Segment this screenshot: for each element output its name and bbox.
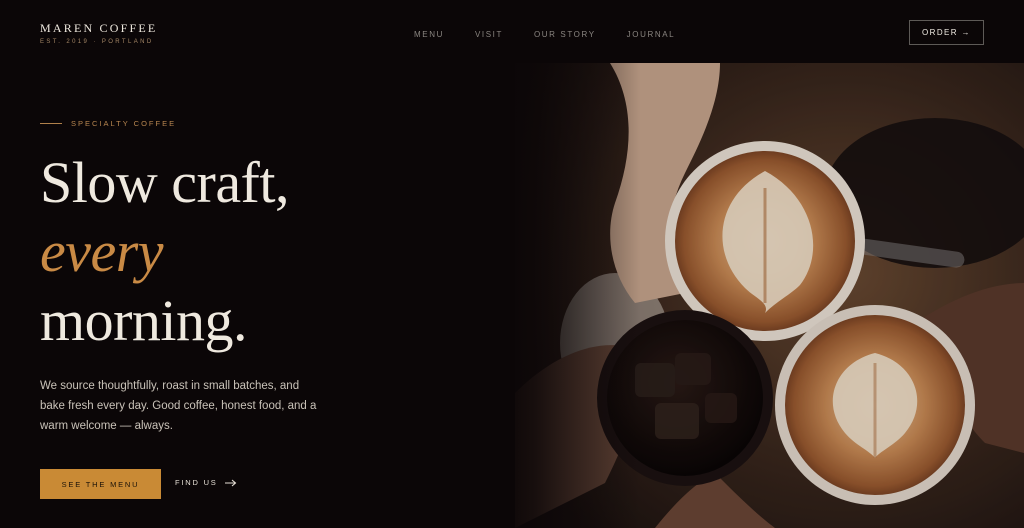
hero-headline: Slow craft, every morning.	[40, 148, 290, 355]
arrow-right-icon	[224, 479, 236, 486]
headline-line-3: morning.	[40, 288, 248, 353]
nav-item-visit[interactable]: VISIT	[475, 30, 503, 39]
eyebrow-divider	[40, 123, 62, 124]
hero-image-fade	[500, 63, 640, 528]
find-us-link[interactable]: FIND US	[175, 478, 237, 487]
see-the-menu-button[interactable]: SEE THE MENU	[40, 469, 161, 499]
hero-eyebrow: SPECIALTY COFFEE	[40, 119, 176, 128]
brand-tagline: EST. 2019 · PORTLAND	[40, 39, 154, 45]
brand-logo[interactable]: MAREN COFFEE EST. 2019 · PORTLAND	[40, 21, 157, 45]
nav-item-journal[interactable]: JOURNAL	[627, 30, 676, 39]
order-button[interactable]: ORDER →	[909, 20, 984, 45]
hero-body-text: We source thoughtfully, roast in small b…	[40, 380, 317, 432]
nav-item-menu[interactable]: MENU	[414, 30, 444, 39]
headline-accent: every	[40, 219, 164, 284]
headline-line-1: Slow craft,	[40, 150, 290, 215]
main-nav: MENU VISIT OUR STORY JOURNAL	[414, 30, 706, 39]
nav-item-our-story[interactable]: OUR STORY	[534, 30, 596, 39]
eyebrow-label: SPECIALTY COFFEE	[71, 119, 177, 128]
brand-name: MAREN COFFEE	[40, 21, 158, 35]
site-header: MAREN COFFEE EST. 2019 · PORTLAND MENU V…	[0, 0, 1024, 63]
find-us-label: FIND US	[175, 478, 218, 487]
